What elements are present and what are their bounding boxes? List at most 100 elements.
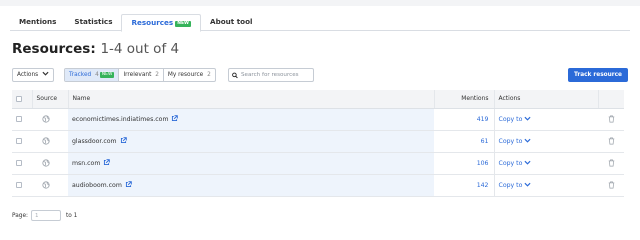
search-box [228, 68, 314, 82]
row-select-cell [12, 152, 32, 175]
delete-cell [598, 152, 624, 175]
new-badge: NEW [99, 72, 115, 78]
tab-about-tool[interactable]: About tool [201, 14, 261, 31]
table-row: msn.com 106 Copy to [12, 152, 624, 175]
top-strip [0, 0, 640, 6]
page-title-label: Resources: [12, 41, 96, 57]
trash-icon[interactable] [608, 159, 615, 167]
filter-my-resource[interactable]: My resource 2 [164, 69, 215, 81]
external-link-icon[interactable] [125, 181, 132, 188]
actions-dropdown[interactable]: Actions [12, 68, 55, 82]
resource-name: audioboom.com [72, 182, 122, 189]
globe-icon [42, 181, 50, 189]
search-input[interactable] [241, 72, 313, 78]
name-cell: economictimes.indiatimes.com [68, 108, 434, 131]
source-cell [32, 130, 68, 153]
filter-irrelevant[interactable]: Irrelevant 2 [119, 69, 164, 81]
mentions-cell[interactable]: 61 [434, 130, 495, 153]
search-icon [232, 72, 238, 78]
chevron-down-icon [524, 182, 531, 187]
filter-count: 2 [207, 72, 211, 78]
trash-icon[interactable] [608, 115, 615, 123]
source-cell [32, 108, 68, 131]
mentions-cell[interactable]: 142 [434, 174, 495, 197]
header-mentions[interactable]: Mentions [434, 90, 495, 109]
row-checkbox[interactable] [16, 115, 22, 122]
resource-name: economictimes.indiatimes.com [72, 116, 169, 123]
table-row: glassdoor.com 61 Copy to [12, 130, 624, 153]
actions-cell: Copy to [494, 108, 598, 131]
select-all-checkbox[interactable] [16, 95, 22, 102]
name-cell: msn.com [68, 152, 434, 175]
resource-name: glassdoor.com [72, 138, 117, 145]
page-title-range: 1-4 out of 4 [100, 41, 180, 57]
globe-icon [42, 115, 50, 123]
row-checkbox[interactable] [16, 137, 22, 144]
tab-label: About tool [210, 17, 253, 26]
copy-to-label: Copy to [498, 181, 523, 189]
toolbar: Actions Tracked 4 NEW Irrelevant 2 My res… [12, 68, 628, 82]
row-select-cell [12, 174, 32, 197]
actions-label: Actions [17, 72, 39, 78]
chevron-down-icon [42, 71, 49, 76]
copy-to-label: Copy to [498, 115, 523, 123]
tab-label: Statistics [74, 17, 113, 26]
page-number-input[interactable] [31, 210, 61, 221]
tab-bar: Mentions Statistics Resources NEW About t… [10, 14, 630, 32]
copy-to-label: Copy to [498, 159, 523, 167]
globe-icon [42, 137, 50, 145]
delete-cell [598, 108, 624, 131]
table-header-row: Source Name Mentions Actions [12, 90, 624, 109]
filter-label: My resource [167, 72, 204, 78]
page-title: Resources: 1-4 out of 4 [12, 41, 179, 57]
row-checkbox[interactable] [16, 181, 22, 188]
name-cell: glassdoor.com [68, 130, 434, 153]
filter-label: Tracked [69, 72, 92, 78]
resource-name: msn.com [72, 160, 101, 167]
name-cell: audioboom.com [68, 174, 434, 197]
actions-cell: Copy to [494, 174, 598, 197]
header-delete [598, 90, 624, 109]
copy-to-dropdown[interactable]: Copy to [499, 160, 532, 167]
filter-count: 2 [155, 72, 159, 78]
page-total-label: to 1 [66, 212, 78, 219]
pagination: Page: to 1 [12, 210, 77, 221]
tab-statistics[interactable]: Statistics [65, 14, 121, 31]
external-link-icon[interactable] [120, 137, 127, 144]
row-select-cell [12, 108, 32, 131]
external-link-icon[interactable] [171, 115, 179, 122]
tab-resources[interactable]: Resources NEW [121, 14, 201, 32]
delete-cell [598, 130, 624, 153]
trash-icon[interactable] [608, 181, 615, 189]
header-select-all [12, 90, 33, 109]
header-source[interactable]: Source [32, 90, 69, 109]
source-cell [32, 152, 68, 175]
mentions-cell[interactable]: 106 [434, 152, 495, 175]
track-resource-button[interactable]: Track resource [568, 68, 628, 82]
actions-cell: Copy to [494, 152, 598, 175]
table-row: audioboom.com 142 Copy to [12, 174, 624, 197]
new-badge: NEW [175, 21, 191, 27]
mentions-cell[interactable]: 419 [434, 108, 495, 131]
trash-icon[interactable] [608, 137, 615, 145]
page-label: Page: [12, 212, 28, 219]
tab-label: Mentions [19, 17, 57, 26]
table-row: economictimes.indiatimes.com 419 Copy to [12, 108, 624, 131]
filter-count: 4 [95, 72, 99, 78]
source-cell [32, 174, 68, 197]
copy-to-label: Copy to [498, 137, 523, 145]
copy-to-dropdown[interactable]: Copy to [499, 182, 532, 189]
tab-label: Resources [131, 18, 174, 27]
external-link-icon[interactable] [103, 159, 111, 166]
copy-to-dropdown[interactable]: Copy to [499, 116, 532, 123]
delete-cell [598, 174, 624, 197]
chevron-down-icon [524, 160, 531, 165]
filter-label: Irrelevant [123, 72, 152, 78]
header-actions: Actions [494, 90, 599, 109]
filter-tracked[interactable]: Tracked 4 NEW [65, 69, 120, 81]
row-checkbox[interactable] [16, 159, 22, 166]
filter-group: Tracked 4 NEW Irrelevant 2 My resource 2 [64, 68, 216, 82]
header-name[interactable]: Name [68, 90, 435, 109]
copy-to-dropdown[interactable]: Copy to [499, 138, 532, 145]
tab-mentions[interactable]: Mentions [10, 14, 65, 31]
